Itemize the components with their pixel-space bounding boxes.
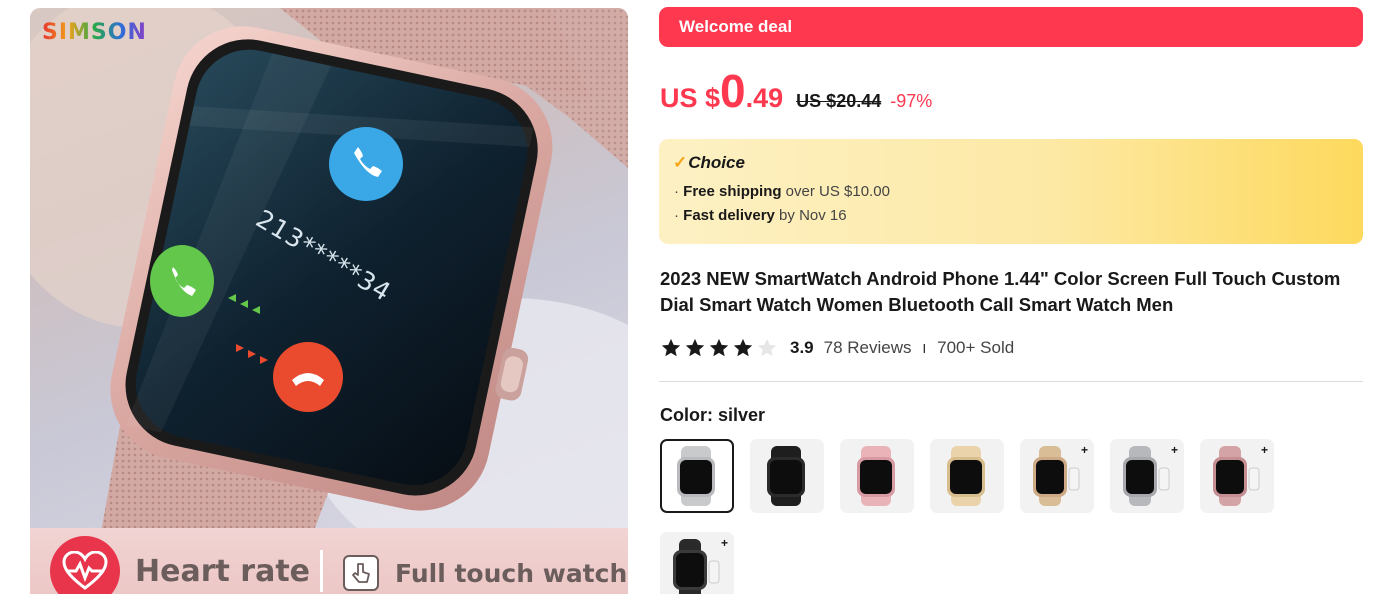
star-filled-icon (733, 338, 753, 357)
rating-row: 3.9 78 Reviews I 700+ Sold (660, 337, 1014, 359)
bundle-plus-icon: + (720, 536, 728, 550)
sold-count: 700+ Sold (937, 338, 1015, 357)
star-filled-icon (661, 338, 681, 357)
watch-thumbnail (673, 539, 720, 594)
star-rating (660, 337, 778, 359)
banner-divider (320, 550, 323, 592)
free-shipping-line: · Free shipping over US $10.00 (674, 183, 890, 200)
watch-thumbnail (767, 446, 805, 506)
fast-delivery-line: · Fast delivery by Nov 16 (674, 207, 847, 224)
color-option-silver[interactable] (660, 439, 734, 513)
star-filled-icon (709, 338, 729, 357)
product-title: 2023 NEW SmartWatch Android Phone 1.44" … (660, 268, 1341, 315)
free-shipping-detail: over US $10.00 (781, 183, 890, 200)
price-integer: 0 (720, 65, 746, 117)
phone-call-icon (329, 127, 403, 201)
watch-thumbnail (947, 446, 985, 506)
welcome-deal-label: Welcome deal (679, 17, 793, 36)
feature-full-touch-label: Full touch watch (395, 559, 628, 588)
star-empty-icon (757, 338, 777, 357)
color-label: Color: silver (660, 405, 766, 425)
watch-thumbnail (857, 446, 895, 506)
rating-value: 3.9 (790, 338, 814, 357)
smartwatch-illustration (30, 8, 628, 594)
price-decimal: .49 (745, 83, 784, 113)
price-row: US $ 0 .49 US $20.44 -97% (660, 68, 932, 120)
price-currency: US $ (660, 83, 721, 113)
color-option-black-mesh-set[interactable]: + (660, 532, 734, 594)
color-option-silver-mesh-set[interactable]: + (1110, 439, 1184, 513)
section-divider (659, 381, 1363, 382)
watch-thumbnail (1033, 446, 1080, 506)
feature-banner: Heart rate Full touch watch (30, 528, 628, 594)
touch-hand-icon (343, 555, 379, 591)
star-filled-icon (685, 338, 705, 357)
bundle-plus-icon: + (1260, 443, 1268, 457)
rating-separator: I (922, 340, 927, 356)
original-price: US $20.44 (796, 91, 882, 111)
color-option-gold-mesh-set[interactable]: + (1020, 439, 1094, 513)
free-shipping-label: Free shipping (683, 183, 782, 200)
feature-heart-rate-label: Heart rate (135, 554, 311, 589)
watch-thumbnail (677, 446, 715, 506)
bundle-plus-icon: + (1170, 443, 1178, 457)
fast-delivery-detail: by Nov 16 (774, 207, 847, 224)
welcome-deal-banner: Welcome deal (659, 7, 1363, 47)
heart-rate-icon (50, 536, 120, 594)
watch-thumbnail (1213, 446, 1260, 506)
checkmark-icon: ✓ (673, 153, 688, 172)
color-option-gold[interactable] (930, 439, 1004, 513)
product-main-image[interactable]: SIMSON 213*****34 Heart rate Full touch … (30, 8, 628, 594)
bundle-plus-icon: + (1080, 443, 1088, 457)
color-option-pink-mesh-set[interactable]: + (1200, 439, 1274, 513)
brand-logo: SIMSON (42, 20, 147, 45)
reviews-link[interactable]: 78 Reviews (824, 338, 912, 358)
color-option-pink[interactable] (840, 439, 914, 513)
fast-delivery-label: Fast delivery (683, 207, 775, 224)
choice-title: ✓ Choice (673, 153, 1363, 173)
discount-percent: -97% (890, 91, 933, 111)
color-option-black[interactable] (750, 439, 824, 513)
choice-title-label: Choice (688, 153, 745, 172)
choice-info-box[interactable]: ✓ Choice · Free shipping over US $10.00 … (659, 139, 1363, 244)
watch-thumbnail (1123, 446, 1170, 506)
